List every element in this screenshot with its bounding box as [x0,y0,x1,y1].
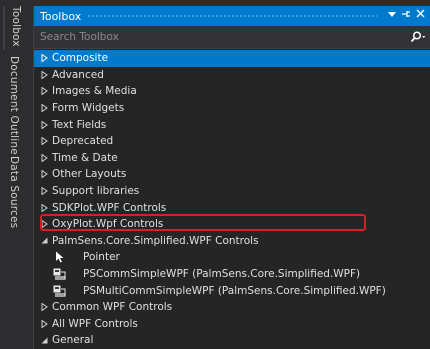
search-input[interactable] [34,27,405,47]
toolbox-group-oxyplot-wpf-controls[interactable]: OxyPlot.Wpf Controls [34,216,430,233]
toolbox-group-images-media[interactable]: Images & Media [34,83,430,100]
component-icon [53,284,67,298]
tree-row-label: Other Layouts [52,168,127,181]
toolbox-tree: Composite Advanced Images & Media Form Widg… [34,50,430,349]
collapsed-arrow-icon[interactable] [38,203,50,212]
toolbox-group-text-fields[interactable]: Text Fields [34,116,430,133]
tree-row-label: Composite [52,52,109,65]
tree-row-label: PalmSens.Core.Simplified.WPF Controls [52,234,259,247]
toolbox-group-common-wpf-controls[interactable]: Common WPF Controls [34,299,430,316]
side-tab-data-sources[interactable]: Data Sources [3,156,25,228]
toolbox-group-composite[interactable]: Composite [34,50,430,67]
tree-row-label: Pointer [83,251,120,264]
toolbox-group-sdkplot-wpf-controls[interactable]: SDKPlot.WPF Controls [34,199,430,216]
tree-row-label: PSCommSimpleWPF (PalmSens.Core.Simplifie… [83,268,361,281]
toolbox-item-pscommsimplewpf-palmsens-core-simplified-wpf[interactable]: PSCommSimpleWPF (PalmSens.Core.Simplifie… [34,266,430,283]
tree-row-label: Support libraries [52,185,140,198]
collapsed-arrow-icon[interactable] [38,120,50,129]
collapsed-arrow-icon[interactable] [38,54,50,63]
toolbox-group-form-widgets[interactable]: Form Widgets [34,100,430,117]
tree-row-label: OxyPlot.Wpf Controls [52,218,164,231]
collapsed-arrow-icon[interactable] [38,170,50,179]
component-icon [53,267,67,281]
collapsed-arrow-icon[interactable] [38,87,50,96]
toolbox-group-time-date[interactable]: Time & Date [34,150,430,167]
search-bar [34,26,430,49]
collapsed-arrow-icon[interactable] [38,153,50,162]
side-tab-toolbox[interactable]: Toolbox [3,6,27,50]
tree-row-label: General [52,334,94,347]
toolbox-group-deprecated[interactable]: Deprecated [34,133,430,150]
toolbox-group-general[interactable]: General [34,332,430,349]
tree-row-label: Text Fields [52,118,107,131]
expanded-arrow-icon[interactable] [38,337,50,344]
collapsed-arrow-icon[interactable] [38,303,50,312]
toolbox-panel: Toolbox CompositeAdvancedImages [33,6,430,349]
tree-row-label: Form Widgets [52,102,125,115]
pin-icon[interactable] [399,9,413,23]
visual-studio-window: Toolbox Document Outline Data Sources To… [0,0,430,349]
tree-row-label: Common WPF Controls [52,301,173,314]
toolbox-item-psmulticommsimplewpf-palmsens-core-simplified-wpf[interactable]: PSMultiCommSimpleWPF (PalmSens.Core.Simp… [34,282,430,299]
close-icon[interactable] [413,9,427,23]
toolbox-group-other-layouts[interactable]: Other Layouts [34,166,430,183]
collapsed-arrow-icon[interactable] [38,319,50,328]
tree-row-label: SDKPlot.WPF Controls [52,201,167,214]
collapsed-arrow-icon[interactable] [38,220,50,229]
tree-row-label: Images & Media [52,85,137,98]
toolbox-group-advanced[interactable]: Advanced [34,67,430,84]
tree-row-label: Deprecated [52,135,114,148]
tree-row-label: PSMultiCommSimpleWPF (PalmSens.Core.Simp… [83,284,386,297]
toolbox-title: Toolbox [40,9,82,23]
dropdown-icon[interactable] [385,9,399,23]
collapsed-arrow-icon[interactable] [38,137,50,146]
toolbox-titlebar[interactable]: Toolbox [34,6,430,26]
toolbox-group-support-libraries[interactable]: Support libraries [34,183,430,200]
tree-row-label: Time & Date [52,151,118,164]
side-tab-strip: Toolbox Document Outline Data Sources [0,0,31,349]
toolbox-group-all-wpf-controls[interactable]: All WPF Controls [34,316,430,333]
tree-row-label: All WPF Controls [52,317,138,330]
toolbox-group-palmsens-core-simplified-wpf-controls[interactable]: PalmSens.Core.Simplified.WPF Controls [34,233,430,250]
search-icon[interactable] [405,27,430,47]
pointer-icon [53,250,67,264]
tree-row-label: Advanced [52,68,104,81]
expanded-arrow-icon[interactable] [38,237,50,244]
side-tab-document-outline[interactable]: Document Outline [3,56,25,155]
titlebar-grip[interactable] [87,13,377,19]
collapsed-arrow-icon[interactable] [38,187,50,196]
collapsed-arrow-icon[interactable] [38,70,50,79]
collapsed-arrow-icon[interactable] [38,104,50,113]
toolbox-item-pointer[interactable]: Pointer [34,249,430,266]
